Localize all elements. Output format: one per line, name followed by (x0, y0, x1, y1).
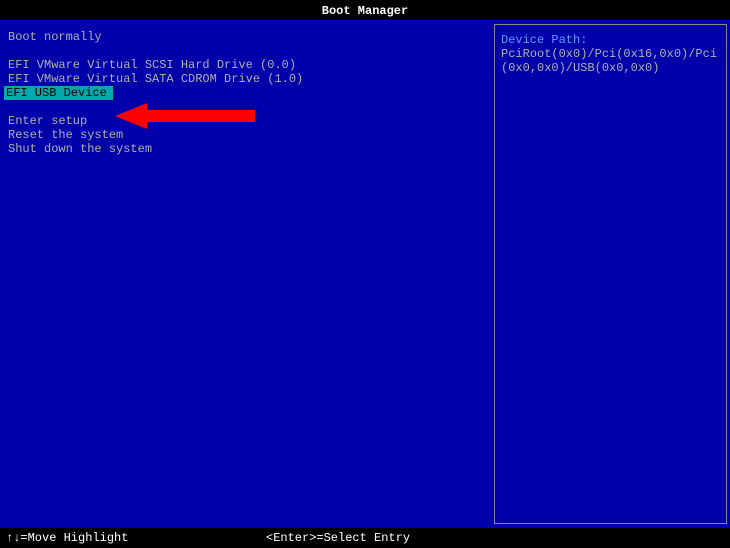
hint-select: <Enter>=Select Entry (266, 531, 724, 545)
main-area: Boot normally EFI VMware Virtual SCSI Ha… (0, 20, 730, 528)
boot-device-item[interactable]: EFI VMware Virtual SCSI Hard Drive (0.0) (6, 58, 298, 72)
boot-normally-item[interactable]: Boot normally (6, 30, 104, 44)
hint-move: ↑↓=Move Highlight (6, 531, 266, 545)
shutdown-item[interactable]: Shut down the system (6, 142, 154, 156)
title-bar: Boot Manager (0, 0, 730, 20)
boot-device-item[interactable]: EFI VMware Virtual SATA CDROM Drive (1.0… (6, 72, 305, 86)
boot-normally-section: Boot normally (6, 30, 488, 44)
boot-menu-panel: Boot normally EFI VMware Virtual SCSI Ha… (0, 20, 494, 528)
boot-device-item-selected[interactable]: EFI USB Device (4, 86, 113, 100)
reset-system-item[interactable]: Reset the system (6, 128, 125, 142)
device-path-label: Device Path: (501, 33, 720, 47)
title-text: Boot Manager (322, 4, 408, 18)
system-actions-section: Enter setup Reset the system Shut down t… (6, 114, 488, 156)
enter-setup-item[interactable]: Enter setup (6, 114, 89, 128)
device-path-value: PciRoot(0x0)/Pci(0x16,0x0)/Pci(0x0,0x0)/… (501, 47, 720, 75)
footer-hints: ↑↓=Move Highlight <Enter>=Select Entry (0, 528, 730, 548)
device-info-panel: Device Path: PciRoot(0x0)/Pci(0x16,0x0)/… (494, 24, 727, 524)
boot-devices-section: EFI VMware Virtual SCSI Hard Drive (0.0)… (6, 58, 488, 100)
